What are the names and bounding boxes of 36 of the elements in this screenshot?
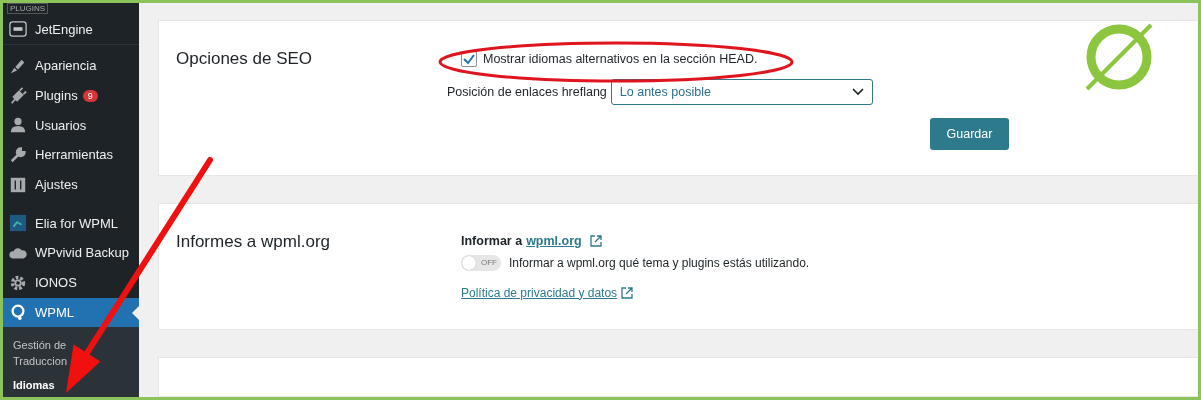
menu-item[interactable]: JetEngine [3,14,139,45]
gear-icon [9,273,27,292]
wpml-link[interactable]: wpml.org [526,233,582,248]
menu-item[interactable]: Usuarios [3,110,139,141]
external-link-icon [589,234,602,247]
menu-item[interactable]: Plugins 9 [3,80,139,111]
sliders-icon [9,175,27,194]
external-link-icon [621,286,634,299]
wrench-icon [9,145,27,164]
submenu-item[interactable]: Idiomas [3,375,55,396]
report-heading: Informar a [461,233,523,248]
menu-item[interactable]: WPvivid Backup [3,238,139,268]
toggle-label: Informar a wpml.org qué tema y plugins estás utilizando. [509,255,810,270]
menu-item[interactable]: WPML [3,297,139,328]
square-icon [9,214,27,233]
save-button[interactable]: Guardar [930,118,1009,150]
plug-icon [9,86,27,105]
chevron-down-icon [851,88,864,96]
menu-item[interactable]: Apariencia [3,51,139,81]
section-title: Informes a wpml.org [175,230,331,253]
user-icon [9,116,27,135]
menu-item[interactable]: Ajustes [3,169,139,200]
toggle-switch[interactable]: OFF [461,254,501,271]
section-label: PLUGINS [7,3,49,14]
submenu-item[interactable]: Gestión de Traduccion [3,335,73,372]
menu-item[interactable]: Herramientas [3,140,139,170]
checkbox[interactable] [461,51,477,67]
menu-item[interactable]: Elia for WPML [3,208,139,239]
checkbox-label: Mostrar idiomas alternativos en la sección HEAD. [483,52,758,66]
field-label: Posición de enlaces hreflang [447,85,607,99]
menu-item[interactable]: IONOS [3,267,139,298]
logo-icon [9,20,27,38]
position-dropdown[interactable]: Lo antes posible [610,79,873,105]
privacy-link[interactable]: Política de privacidad y datos [461,285,618,300]
count-badge: 9 [82,89,98,102]
wpml-icon [9,303,27,322]
